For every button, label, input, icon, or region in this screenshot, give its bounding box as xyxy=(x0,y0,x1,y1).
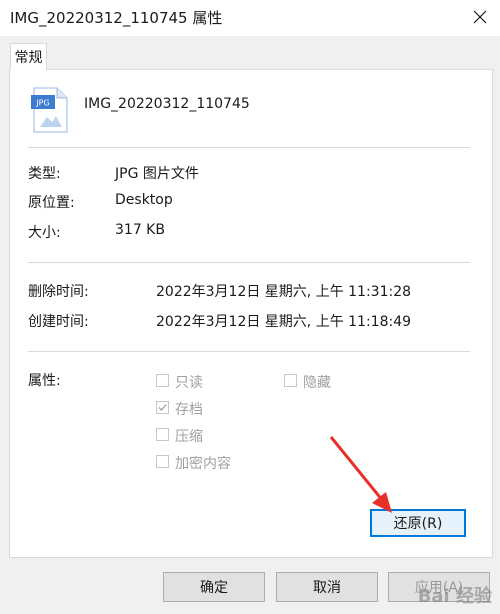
type-label: 类型: xyxy=(28,166,61,182)
properties-window: IMG_20220312_110745 属性 常规 JPG IMG_202203… xyxy=(0,0,500,614)
close-button[interactable] xyxy=(466,4,494,30)
location-value: Desktop xyxy=(115,192,173,208)
archive-label: 存档 xyxy=(175,402,203,418)
attributes-label: 属性: xyxy=(28,373,61,389)
size-label: 大小: xyxy=(28,225,61,241)
compress-checkbox[interactable] xyxy=(156,428,169,441)
size-value: 317 KB xyxy=(115,222,165,238)
restore-button[interactable]: 还原(R) xyxy=(370,509,466,537)
encrypt-checkbox[interactable] xyxy=(156,455,169,468)
cancel-button[interactable]: 取消 xyxy=(276,572,378,602)
readonly-label: 只读 xyxy=(175,375,203,391)
encrypt-label: 加密内容 xyxy=(175,456,231,472)
divider xyxy=(28,351,470,352)
window-title: IMG_20220312_110745 属性 xyxy=(10,9,223,27)
location-label: 原位置: xyxy=(28,195,75,211)
hidden-label: 隐藏 xyxy=(303,375,331,391)
divider xyxy=(28,262,470,263)
close-icon xyxy=(473,10,487,24)
type-value: JPG 图片文件 xyxy=(115,166,199,182)
deleted-time-value: 2022年3月12日 星期六, 上午 11:31:28 xyxy=(156,284,412,300)
general-panel: JPG IMG_20220312_110745 类型: JPG 图片文件 原位置… xyxy=(9,69,493,558)
created-time-label: 创建时间: xyxy=(28,314,89,330)
file-type-badge: JPG xyxy=(35,99,49,108)
created-time-value: 2022年3月12日 星期六, 上午 11:18:49 xyxy=(156,314,412,330)
hidden-checkbox[interactable] xyxy=(284,374,297,387)
file-name: IMG_20220312_110745 xyxy=(84,96,250,112)
tab-general[interactable]: 常规 xyxy=(10,43,47,70)
title-bar[interactable]: IMG_20220312_110745 属性 xyxy=(0,0,500,36)
deleted-time-label: 删除时间: xyxy=(28,284,89,300)
ok-button[interactable]: 确定 xyxy=(163,572,265,602)
archive-checkbox[interactable] xyxy=(156,401,169,414)
watermark-logo: Bai 经验 xyxy=(417,586,492,607)
compress-label: 压缩 xyxy=(175,429,203,445)
readonly-checkbox[interactable] xyxy=(156,374,169,387)
divider xyxy=(28,147,470,148)
jpg-file-icon: JPG xyxy=(30,87,70,133)
checkmark-icon xyxy=(158,404,167,411)
